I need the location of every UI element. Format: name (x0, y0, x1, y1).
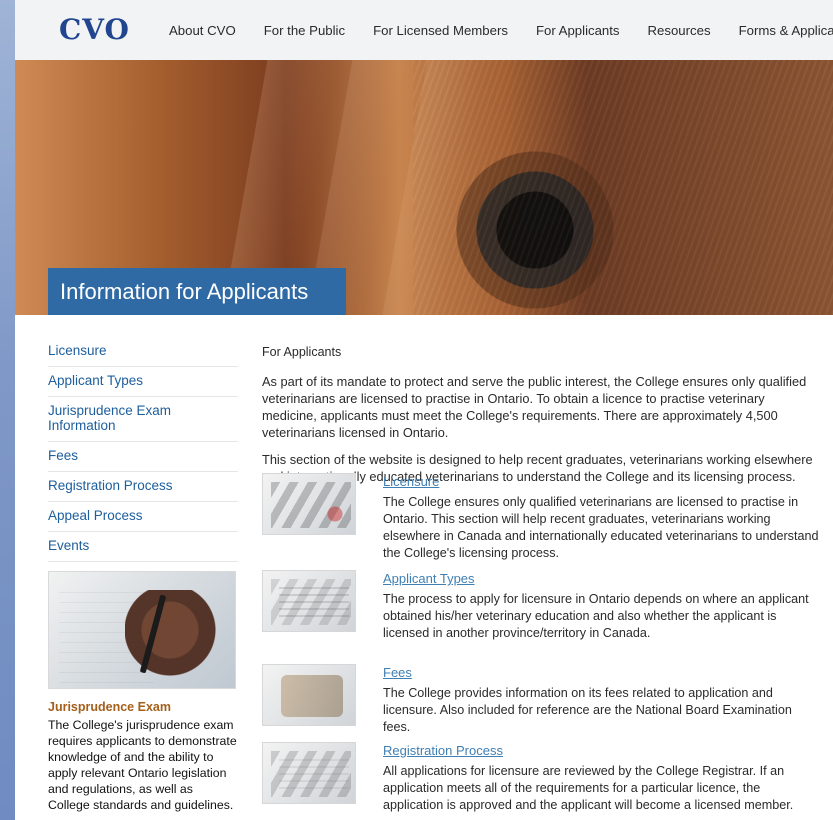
sidebar-item-jurisprudence-exam-information[interactable]: Jurisprudence Exam Information (48, 397, 238, 442)
sidebar-item-appeal-process[interactable]: Appeal Process (48, 502, 238, 532)
item-text-licensure: The College ensures only qualified veter… (383, 495, 819, 560)
hero-texture (413, 60, 833, 315)
page: CVO About CVO For the Public For License… (15, 0, 833, 820)
left-sidebar: Licensure Applicant Types Jurisprudence … (48, 337, 238, 562)
item-text-registration-process: All applications for licensure are revie… (383, 764, 794, 812)
hero-title: Information for Applicants (48, 268, 346, 315)
sidebar-item-events[interactable]: Events (48, 532, 238, 562)
jurisprudence-description: The College's jurisprudence exam require… (48, 718, 237, 812)
nav-for-the-public[interactable]: For the Public (264, 23, 359, 38)
thumbnail-decor (321, 500, 349, 528)
hero-banner: Information for Applicants (15, 60, 833, 315)
thumbnail-decor (279, 759, 349, 789)
cvo-logo[interactable]: CVO (59, 12, 144, 46)
sidebar-item-registration-process[interactable]: Registration Process (48, 472, 238, 502)
nav-about-cvo[interactable]: About CVO (169, 23, 250, 38)
item-text-fees: The College provides information on its … (383, 686, 792, 734)
logo-text: CVO (59, 12, 130, 46)
nav-forms-and-applications[interactable]: Forms & Applications (739, 23, 833, 38)
main-navigation: About CVO For the Public For Licensed Me… (169, 0, 833, 60)
jurisprudence-title[interactable]: Jurisprudence Exam (48, 700, 238, 714)
sidebar-item-fees[interactable]: Fees (48, 442, 238, 472)
fees-thumbnail[interactable] (262, 664, 356, 726)
nav-resources[interactable]: Resources (648, 23, 725, 38)
nav-for-applicants[interactable]: For Applicants (536, 23, 634, 38)
intro-paragraph-1: As part of its mandate to protect and se… (262, 374, 807, 440)
item-title-registration-process[interactable]: Registration Process (383, 743, 503, 758)
item-title-applicant-types[interactable]: Applicant Types (383, 571, 475, 586)
jurisprudence-image[interactable] (48, 571, 236, 689)
thumbnail-decor (271, 579, 351, 625)
top-navigation-bar: CVO About CVO For the Public For License… (15, 0, 833, 61)
sidebar-item-licensure[interactable]: Licensure (48, 337, 238, 367)
item-title-licensure[interactable]: Licensure (383, 474, 439, 489)
nav-for-licensed-members[interactable]: For Licensed Members (373, 23, 522, 38)
thumbnail-decor (281, 675, 343, 717)
item-text-applicant-types: The process to apply for licensure in On… (383, 592, 809, 640)
licensure-thumbnail[interactable] (262, 473, 356, 535)
page-subtitle: For Applicants (262, 345, 342, 359)
applicant-types-thumbnail[interactable] (262, 570, 356, 632)
sidebar-item-applicant-types[interactable]: Applicant Types (48, 367, 238, 397)
item-title-fees[interactable]: Fees (383, 665, 412, 680)
registration-process-thumbnail[interactable] (262, 742, 356, 804)
